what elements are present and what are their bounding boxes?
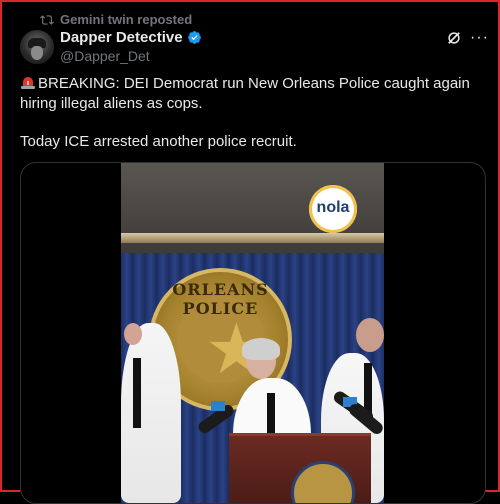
officer-right-head (356, 318, 384, 352)
avatar[interactable] (20, 30, 54, 64)
post-paragraph-2: Today ICE arrested another police recrui… (20, 133, 297, 150)
repost-indicator[interactable]: Gemini twin reposted (40, 12, 192, 27)
speaker-hair (242, 338, 280, 360)
grok-icon[interactable] (445, 29, 463, 47)
author-name-row[interactable]: Dapper Detective (60, 29, 202, 46)
officer-left (121, 323, 181, 503)
post-paragraph-1-text: BREAKING: DEI Democrat run New Orleans P… (20, 75, 470, 112)
author-display-name[interactable]: Dapper Detective (60, 29, 183, 46)
video-frame[interactable]: ★ ORLEANS POLICE nola (121, 163, 384, 503)
repost-label: Gemini twin reposted (60, 12, 193, 27)
nola-watermark-logo: nola (309, 185, 357, 233)
author-block: Dapper Detective @Dapper_Det (60, 29, 202, 64)
nola-watermark-text: nola (316, 199, 350, 216)
siren-emoji-icon (21, 77, 35, 89)
post-text: BREAKING: DEI Democrat run New Orleans P… (20, 74, 490, 152)
officer-left-head (124, 323, 142, 345)
repost-icon (40, 14, 54, 25)
avatar-face (31, 46, 43, 60)
verified-badge-icon (187, 31, 201, 44)
video-trim (121, 233, 384, 243)
badge-text: ORLEANS POLICE (172, 280, 269, 318)
microphone-1-flag (211, 401, 225, 411)
post-paragraph-1: BREAKING: DEI Democrat run New Orleans P… (20, 74, 490, 114)
speaker-tie (267, 393, 275, 433)
video-media[interactable]: ★ ORLEANS POLICE nola (20, 162, 486, 504)
author-handle[interactable]: @Dapper_Det (60, 48, 202, 64)
officer-left-tie (133, 358, 141, 428)
more-options-button[interactable]: ··· (470, 29, 489, 47)
